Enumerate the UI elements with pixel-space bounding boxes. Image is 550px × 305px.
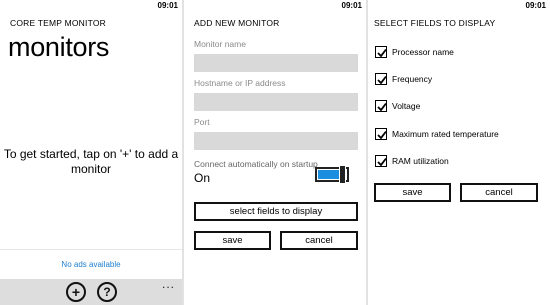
page-title: monitors (8, 32, 110, 62)
monitor-name-label: Monitor name (194, 39, 246, 49)
auto-connect-toggle[interactable] (315, 165, 349, 184)
ad-banner-text: No ads available (61, 260, 121, 269)
checkbox-label: Maximum rated temperature (392, 129, 499, 139)
checkmark-icon (377, 48, 387, 58)
select-fields-button[interactable]: select fields to display (194, 202, 358, 221)
app-title: CORE TEMP MONITOR (10, 18, 106, 28)
checkbox[interactable] (375, 73, 387, 85)
checkbox[interactable] (375, 155, 387, 167)
checkbox-label: Voltage (392, 101, 421, 111)
help-icon[interactable]: ? (97, 282, 117, 302)
checkmark-icon (377, 102, 387, 112)
auto-connect-label: Connect automatically on startup (194, 159, 318, 169)
port-label: Port (194, 117, 210, 127)
checkmark-icon (377, 130, 387, 140)
checkbox-label: Processor name (392, 47, 454, 57)
hostname-label: Hostname or IP address (194, 78, 286, 88)
section-title: ADD NEW MONITOR (194, 18, 280, 28)
status-clock: 09:01 (157, 1, 178, 10)
save-button[interactable]: save (194, 231, 271, 250)
checkbox-label: Frequency (392, 74, 433, 84)
auto-connect-state: On (194, 171, 211, 185)
add-icon[interactable]: + (66, 282, 86, 302)
app-bar: + ? ... (0, 277, 182, 305)
checkbox-label: RAM utilization (392, 156, 449, 166)
add-monitor-screen: 09:01 ADD NEW MONITOR Monitor name Hostn… (184, 0, 366, 305)
select-fields-screen: 09:01 SELECT FIELDS TO DISPLAY Processor… (368, 0, 550, 305)
status-clock: 09:01 (525, 1, 546, 10)
cancel-button[interactable]: cancel (460, 183, 538, 202)
status-clock: 09:01 (341, 1, 362, 10)
checkbox[interactable] (375, 128, 387, 140)
toggle-knob (339, 165, 346, 184)
monitors-screen: 09:01 CORE TEMP MONITOR monitors To get … (0, 0, 182, 305)
monitor-name-input[interactable] (194, 54, 358, 72)
checkbox[interactable] (375, 46, 387, 58)
ad-banner[interactable]: No ads available (0, 249, 182, 279)
checkbox[interactable] (375, 100, 387, 112)
toggle-fill (318, 170, 340, 179)
more-options-icon[interactable]: ... (162, 277, 175, 291)
section-title: SELECT FIELDS TO DISPLAY (374, 18, 496, 28)
save-button[interactable]: save (374, 183, 451, 202)
empty-state-hint: To get started, tap on '+' to add a moni… (3, 147, 179, 176)
checkmark-icon (377, 157, 387, 167)
checkmark-icon (377, 75, 387, 85)
hostname-input[interactable] (194, 93, 358, 111)
cancel-button[interactable]: cancel (280, 231, 358, 250)
port-input[interactable] (194, 132, 358, 150)
